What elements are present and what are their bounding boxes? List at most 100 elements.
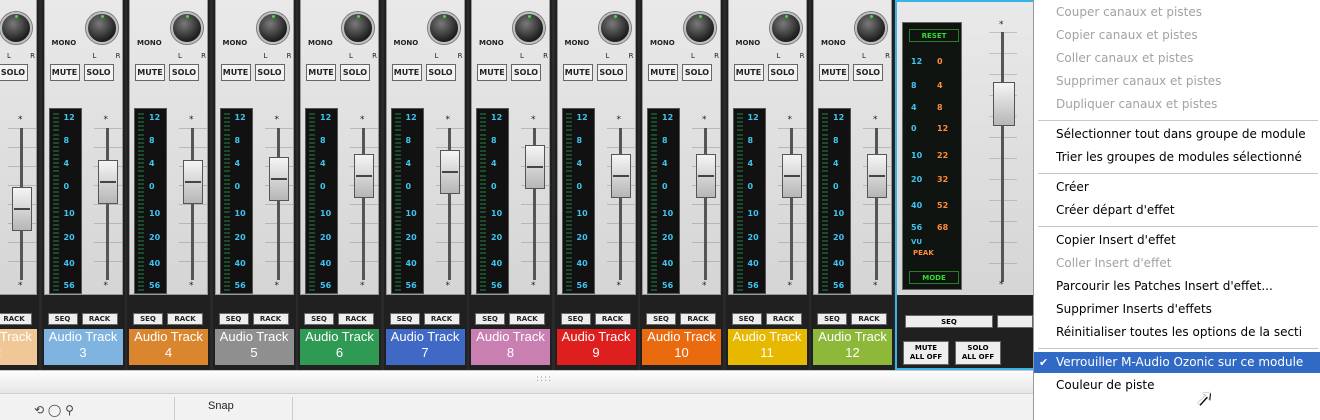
scrollbar-grip[interactable]: :::: bbox=[536, 375, 552, 384]
fader-handle[interactable] bbox=[867, 153, 887, 198]
mute-button[interactable]: MUTE bbox=[49, 64, 80, 81]
menu-item[interactable]: Coller Insert d'effet bbox=[1034, 253, 1320, 274]
menu-item[interactable]: Trier les groupes de modules sélectionné bbox=[1034, 147, 1320, 168]
menu-item[interactable]: Supprimer Inserts d'effets bbox=[1034, 299, 1320, 320]
fader-handle[interactable] bbox=[525, 145, 545, 190]
tool-icons[interactable]: ⟲ ◯ ⚲ bbox=[34, 403, 74, 417]
pan-knob[interactable] bbox=[427, 12, 460, 44]
mute-button[interactable]: MUTE bbox=[733, 64, 764, 81]
solo-button[interactable]: SOLO bbox=[853, 64, 883, 81]
menu-item[interactable]: Créer départ d'effet bbox=[1034, 200, 1320, 221]
track-label[interactable]: Audio Track 11 bbox=[727, 329, 807, 365]
menu-item[interactable]: Supprimer canaux et pistes bbox=[1034, 71, 1320, 92]
pan-knob[interactable] bbox=[598, 12, 631, 44]
track-label[interactable]: Audio Track 3 bbox=[43, 329, 123, 365]
rack-button[interactable]: RACK bbox=[680, 313, 716, 325]
seq-button[interactable]: SEQ bbox=[646, 313, 676, 325]
solo-button[interactable]: SOLO bbox=[254, 64, 285, 81]
solo-button[interactable]: SOLO bbox=[767, 64, 798, 81]
fader-handle[interactable] bbox=[268, 157, 289, 202]
fader-handle[interactable] bbox=[354, 153, 374, 198]
menu-item[interactable]: Réinitialiser toutes les options de la s… bbox=[1034, 322, 1320, 343]
pan-knob[interactable] bbox=[342, 12, 374, 44]
mute-button[interactable]: MUTE bbox=[562, 64, 593, 81]
menu-item[interactable]: ✔ Verrouiller M-Audio Ozonic sur ce modul… bbox=[1034, 352, 1320, 373]
rack-button[interactable]: RACK bbox=[423, 313, 460, 325]
rack-button[interactable]: RACK bbox=[338, 313, 374, 325]
rack-button[interactable]: RACK bbox=[509, 313, 545, 325]
solo-button[interactable]: SOLO bbox=[340, 64, 370, 81]
solo-button[interactable]: SOLO bbox=[83, 64, 114, 81]
fader-handle[interactable] bbox=[183, 160, 203, 205]
fader-handle[interactable] bbox=[610, 153, 631, 198]
fader-handle[interactable] bbox=[439, 149, 460, 194]
track-label[interactable]: Audio Track 6 bbox=[300, 329, 379, 365]
solo-button[interactable]: SOLO bbox=[0, 64, 28, 81]
solo-button[interactable]: SOLO bbox=[596, 64, 627, 81]
pan-knob[interactable] bbox=[513, 12, 545, 44]
seq-button[interactable]: SEQ bbox=[475, 313, 505, 325]
solo-button[interactable]: SOLO bbox=[682, 64, 712, 81]
mute-button[interactable]: MUTE bbox=[135, 64, 165, 81]
menu-item[interactable]: Sélectionner tout dans groupe de module bbox=[1034, 124, 1320, 145]
seq-button[interactable]: SEQ bbox=[560, 313, 591, 325]
seq-button[interactable]: SEQ bbox=[389, 313, 420, 325]
track-label[interactable]: Audio Track 9 bbox=[556, 329, 636, 365]
mute-button[interactable]: MUTE bbox=[648, 64, 678, 81]
track-label[interactable]: Audio Track 2 bbox=[0, 329, 37, 365]
master-rack-button[interactable] bbox=[997, 315, 1033, 328]
rack-button[interactable]: RACK bbox=[851, 313, 887, 325]
track-label[interactable]: Audio Track 12 bbox=[813, 329, 892, 365]
track-label[interactable]: Audio Track 5 bbox=[214, 329, 294, 365]
rack-button[interactable]: RACK bbox=[765, 313, 802, 325]
menu-item[interactable]: Couper canaux et pistes bbox=[1034, 2, 1320, 23]
mute-button[interactable]: MUTE bbox=[819, 64, 849, 81]
seq-button[interactable]: SEQ bbox=[47, 313, 78, 325]
reset-button[interactable]: RESET bbox=[909, 29, 959, 42]
rack-button[interactable]: RACK bbox=[0, 313, 32, 325]
menu-item[interactable]: Créer bbox=[1034, 177, 1320, 198]
seq-button[interactable]: SEQ bbox=[133, 313, 163, 325]
rack-button[interactable]: RACK bbox=[252, 313, 289, 325]
solo-all-off-button[interactable]: SOLO ALL OFF bbox=[955, 341, 1001, 365]
mute-button[interactable]: MUTE bbox=[391, 64, 422, 81]
menu-item[interactable]: Couleur de piste bbox=[1034, 375, 1320, 396]
seq-button[interactable]: SEQ bbox=[817, 313, 847, 325]
seq-button[interactable]: SEQ bbox=[731, 313, 762, 325]
mute-button[interactable]: MUTE bbox=[477, 64, 507, 81]
pan-knob[interactable] bbox=[684, 12, 716, 44]
mute-button[interactable]: MUTE bbox=[220, 64, 251, 81]
pan-knob[interactable] bbox=[85, 12, 118, 44]
solo-button[interactable]: SOLO bbox=[169, 64, 199, 81]
fader-handle[interactable] bbox=[696, 153, 716, 198]
menu-item[interactable]: Coller canaux et pistes bbox=[1034, 48, 1320, 69]
seq-button[interactable]: SEQ bbox=[304, 313, 334, 325]
track-label[interactable]: Audio Track 8 bbox=[471, 329, 550, 365]
fader-handle[interactable] bbox=[781, 153, 802, 198]
solo-button[interactable]: SOLO bbox=[425, 64, 456, 81]
mute-all-off-button[interactable]: MUTE ALL OFF bbox=[903, 341, 949, 365]
master-fader-handle[interactable] bbox=[993, 82, 1015, 126]
menu-item[interactable]: Dupliquer canaux et pistes bbox=[1034, 94, 1320, 115]
pan-knob[interactable] bbox=[0, 12, 32, 44]
rack-button[interactable]: RACK bbox=[594, 313, 631, 325]
track-label[interactable]: Audio Track 4 bbox=[129, 329, 208, 365]
master-seq-button[interactable]: SEQ bbox=[905, 315, 993, 328]
rack-button[interactable]: RACK bbox=[167, 313, 203, 325]
menu-item[interactable]: Copier Insert d'effet bbox=[1034, 230, 1320, 251]
seq-button[interactable]: SEQ bbox=[218, 313, 249, 325]
pan-knob[interactable] bbox=[855, 12, 887, 44]
rack-button[interactable]: RACK bbox=[81, 313, 118, 325]
track-label[interactable]: Audio Track 10 bbox=[642, 329, 721, 365]
mode-button[interactable]: MODE bbox=[909, 271, 959, 284]
pan-knob[interactable] bbox=[256, 12, 289, 44]
fader-handle[interactable] bbox=[97, 160, 118, 205]
track-label[interactable]: Audio Track 7 bbox=[385, 329, 465, 365]
solo-button[interactable]: SOLO bbox=[511, 64, 541, 81]
menu-item[interactable]: Parcourir les Patches Insert d'effet... bbox=[1034, 276, 1320, 297]
horizontal-scrollbar[interactable]: :::: bbox=[0, 371, 1033, 394]
pan-knob[interactable] bbox=[769, 12, 802, 44]
menu-item[interactable]: Copier canaux et pistes bbox=[1034, 25, 1320, 46]
fader-handle[interactable] bbox=[12, 187, 32, 232]
pan-knob[interactable] bbox=[171, 12, 203, 44]
